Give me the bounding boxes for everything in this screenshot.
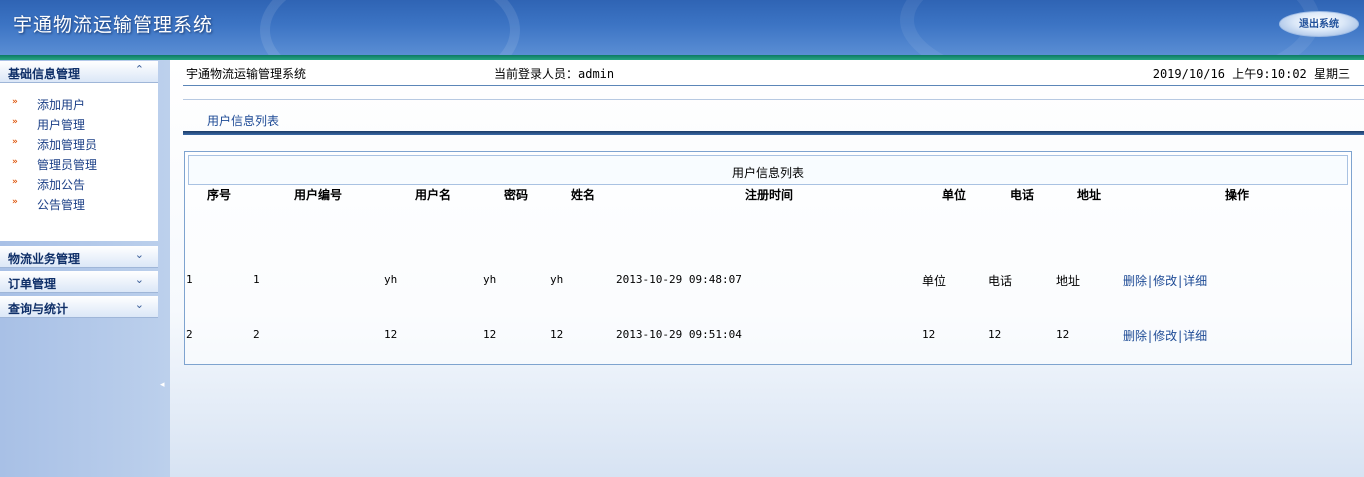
cell-username: 12 <box>384 328 398 341</box>
column-header-phone: 电话 <box>1010 188 1035 202</box>
sidebar-item-label: 添加用户 <box>37 98 86 112</box>
detail-link[interactable]: 详细 <box>1183 274 1207 288</box>
chevron-down-icon: ⌄ <box>134 298 144 311</box>
divider <box>183 99 1364 100</box>
breadcrumb-underline <box>183 131 1364 135</box>
edit-link[interactable]: 修改 <box>1153 274 1177 288</box>
menu-stats-label: 查询与统计 <box>8 302 69 316</box>
app-title: 宇通物流运输管理系统 <box>13 14 214 36</box>
panel-header: 用户信息列表 <box>188 155 1348 185</box>
menu-logistics[interactable]: 物流业务管理 ⌄ <box>0 246 158 268</box>
column-header-password: 密码 <box>504 188 529 202</box>
sidebar-item-label: 添加公告 <box>37 178 86 192</box>
double-chevron-right-icon: » <box>12 157 18 167</box>
double-chevron-right-icon: » <box>12 117 18 127</box>
edit-link[interactable]: 修改 <box>1153 329 1177 343</box>
delete-link[interactable]: 删除 <box>1123 274 1147 288</box>
menu-orders[interactable]: 订单管理 ⌄ <box>0 271 158 293</box>
header-decoration <box>900 0 1320 55</box>
chevron-up-icon: ⌃ <box>134 63 144 76</box>
sidebar-collapse-icon[interactable]: ◂ <box>160 380 168 396</box>
logout-button[interactable]: 退出系统 <box>1279 11 1359 37</box>
cell-index: 1 <box>186 273 193 286</box>
cell-address: 12 <box>1056 328 1070 341</box>
cell-reg-time: 2013-10-29 09:48:07 <box>616 273 742 286</box>
column-header-index: 序号 <box>207 188 232 202</box>
main-content: 宇通物流运输管理系统 当前登录人员：admin 2019/10/16 上午9:1… <box>170 60 1364 477</box>
column-header-name: 姓名 <box>571 188 596 202</box>
cell-phone: 电话 <box>988 274 1013 288</box>
chevron-down-icon: ⌄ <box>134 273 144 286</box>
system-name: 宇通物流运输管理系统 <box>186 67 307 81</box>
cell-address: 地址 <box>1056 274 1081 288</box>
sidebar-item-label: 用户管理 <box>37 118 86 132</box>
cell-phone: 12 <box>988 328 1002 341</box>
cell-user-no: 1 <box>253 273 260 286</box>
row-actions: 删除|修改|详细 <box>1123 327 1207 344</box>
menu-basic-info-label: 基础信息管理 <box>8 67 81 81</box>
column-header-reg-time: 注册时间 <box>745 188 794 202</box>
cell-name: 12 <box>550 328 564 341</box>
action-separator: | <box>1148 329 1153 343</box>
sidebar-item-label: 管理员管理 <box>37 158 98 172</box>
menu-orders-label: 订单管理 <box>8 277 57 291</box>
column-header-address: 地址 <box>1077 188 1102 202</box>
cell-password: 12 <box>483 328 497 341</box>
action-separator: | <box>1148 274 1153 288</box>
column-header-username: 用户名 <box>415 188 452 202</box>
cell-password: yh <box>483 273 497 286</box>
panel-title: 用户信息列表 <box>731 166 804 180</box>
action-separator: | <box>1178 329 1183 343</box>
menu-logistics-label: 物流业务管理 <box>8 252 81 266</box>
cell-name: yh <box>550 273 564 286</box>
column-header-user-no: 用户编号 <box>294 188 343 202</box>
cell-user-no: 2 <box>253 328 260 341</box>
app-header: 宇通物流运输管理系统 退出系统 <box>0 0 1364 55</box>
cell-username: yh <box>384 273 398 286</box>
double-chevron-right-icon: » <box>12 137 18 147</box>
cell-unit: 单位 <box>922 274 947 288</box>
double-chevron-right-icon: » <box>12 197 18 207</box>
sidebar-item-label: 添加管理员 <box>37 138 98 152</box>
menu-stats[interactable]: 查询与统计 ⌄ <box>0 296 158 318</box>
breadcrumb: 用户信息列表 <box>207 114 280 128</box>
column-header-unit: 单位 <box>942 188 967 202</box>
column-header-actions: 操作 <box>1225 188 1250 202</box>
header-decoration <box>260 0 520 55</box>
double-chevron-right-icon: » <box>12 177 18 187</box>
row-actions: 删除|修改|详细 <box>1123 272 1207 289</box>
login-user-info: 当前登录人员：admin <box>494 67 615 81</box>
detail-link[interactable]: 详细 <box>1183 329 1207 343</box>
cell-reg-time: 2013-10-29 09:51:04 <box>616 328 742 341</box>
double-chevron-right-icon: » <box>12 97 18 107</box>
menu-basic-info-list: » 添加用户 » 用户管理 » 添加管理员 » 管理员管理 » 添加公告 » 公… <box>0 83 158 241</box>
cell-index: 2 <box>186 328 193 341</box>
cell-unit: 12 <box>922 328 936 341</box>
action-separator: | <box>1178 274 1183 288</box>
chevron-down-icon: ⌄ <box>134 248 144 261</box>
sidebar: 基础信息管理 ⌃ » 添加用户 » 用户管理 » 添加管理员 » 管理员管理 »… <box>0 60 170 477</box>
delete-link[interactable]: 删除 <box>1123 329 1147 343</box>
info-bar: 宇通物流运输管理系统 当前登录人员：admin 2019/10/16 上午9:1… <box>183 60 1364 86</box>
current-datetime: 2019/10/16 上午9:10:02 星期三 <box>1152 67 1350 81</box>
menu-basic-info[interactable]: 基础信息管理 ⌃ <box>0 61 158 83</box>
sidebar-item-label: 公告管理 <box>37 198 86 212</box>
